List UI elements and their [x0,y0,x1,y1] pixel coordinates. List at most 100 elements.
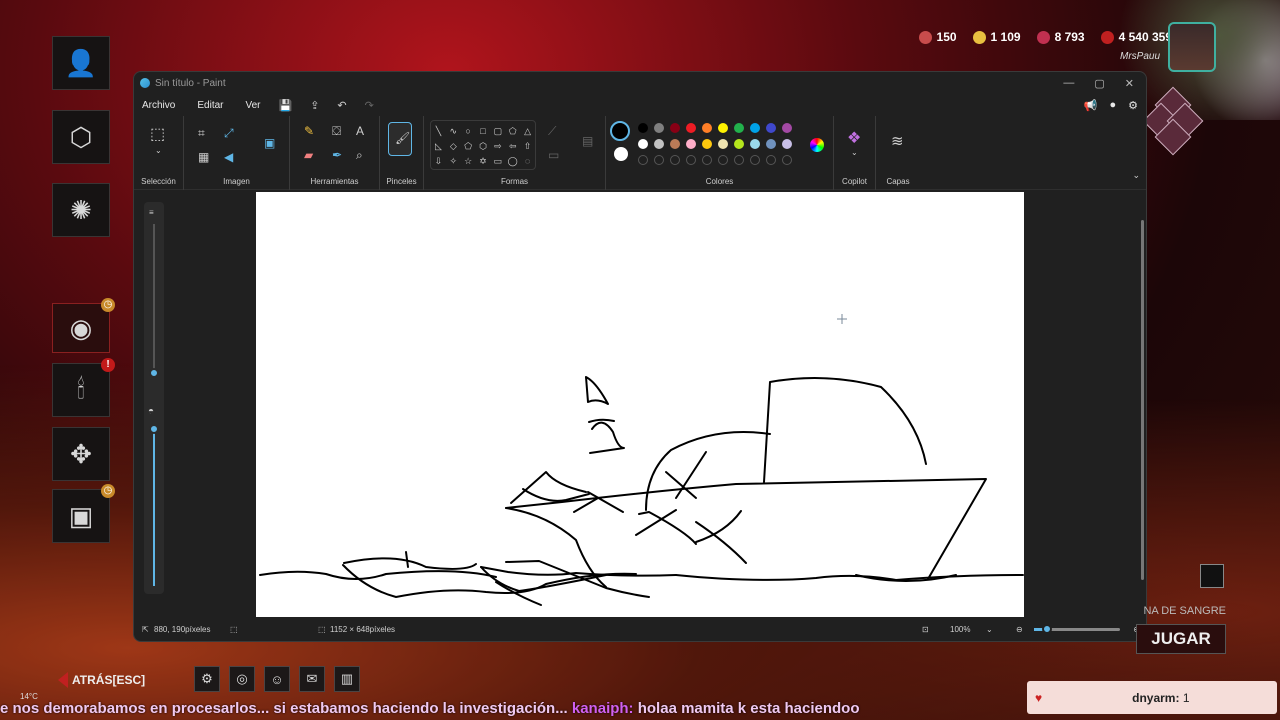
magnifier-icon[interactable]: ⌕ [356,148,363,163]
zoom-dropdown-icon[interactable]: ⌄ [986,625,993,634]
player-avatar[interactable] [1168,22,1216,72]
right-triangle-shape-icon[interactable]: ◺ [431,139,446,154]
mail-button[interactable]: ✉ [299,666,325,692]
brush-button[interactable]: 🖌 [388,122,412,156]
copilot-icon[interactable]: ❖ [847,128,861,148]
color-swatch[interactable] [750,123,760,133]
empty-color-swatch[interactable] [702,155,712,165]
color-swatch[interactable] [766,139,776,149]
secondary-color-swatch[interactable] [614,147,628,161]
color-swatch[interactable] [718,139,728,149]
star4-shape-icon[interactable]: ✧ [446,154,461,169]
empty-color-swatch[interactable] [654,155,664,165]
chevron-down-icon[interactable]: ⌄ [155,146,162,155]
shape-fill-icon[interactable]: ▭ [548,148,559,162]
callout-oval-shape-icon[interactable]: ◯ [505,154,520,169]
color-swatch[interactable] [670,123,680,133]
settings-button[interactable]: ⚙ [194,666,220,692]
maximize-icon[interactable]: ▢ [1094,77,1104,90]
rectangle-shape-icon[interactable]: □ [476,124,491,139]
layers-icon[interactable]: ≋ [891,132,904,150]
menu-ver[interactable]: Ver [245,100,260,111]
arrow-up-shape-icon[interactable]: ⇧ [520,139,535,154]
resize-icon[interactable]: ⤢ [224,126,234,141]
color-swatch[interactable] [654,123,664,133]
rotate-icon[interactable]: ◀ [224,150,233,164]
empty-color-swatch[interactable] [718,155,728,165]
outline-icon[interactable]: ⟋ [548,124,556,139]
line-shape-icon[interactable]: ╲ [431,124,446,139]
star5-shape-icon[interactable]: ☆ [461,154,476,169]
right-side-box[interactable] [1200,564,1224,588]
diamond-shape-icon[interactable]: ◇ [446,139,461,154]
loadout-button[interactable]: ⬡ [52,110,110,164]
menu-editar[interactable]: Editar [197,100,223,111]
chevron-down-icon[interactable]: ⌄ [851,148,858,157]
profile-button[interactable]: ☺ [264,666,290,692]
primary-color-swatch[interactable] [610,121,630,141]
hexagon-shape-icon[interactable]: ⬡ [476,139,491,154]
save-icon[interactable]: 💾 [279,99,293,112]
fill-icon[interactable]: ⛋ [332,124,341,139]
size-slider-thumb[interactable] [149,368,159,378]
opacity-slider-fill[interactable] [153,428,155,586]
shapes-gallery[interactable]: ╲ ∿ ○ □ ▢ ⬠ △ ◺ ◇ ⬠ ⬡ ⇨ ⇦ ⇧ ⇩ ✧ ☆ ✡ ▭ ◯ ◌ [430,120,536,170]
empty-color-swatch[interactable] [750,155,760,165]
rift-button[interactable]: ◉ ◷ [52,298,115,353]
color-swatch[interactable] [734,139,744,149]
color-swatch[interactable] [734,123,744,133]
undo-icon[interactable]: ↶ [337,99,346,112]
empty-color-swatch[interactable] [638,155,648,165]
zoom-out-icon[interactable]: ⊖ [1016,625,1023,634]
crop-icon[interactable]: ⌗ [198,126,205,141]
settings-icon[interactable]: ⚙ [1128,99,1138,112]
play-button[interactable]: JUGAR [1136,624,1226,654]
eraser-icon[interactable]: ▰ [304,148,313,162]
opacity-slider-thumb[interactable] [149,424,159,434]
zoom-level[interactable]: 100% [950,625,970,634]
shape-style-icon[interactable]: ▤ [582,134,593,148]
color-swatch[interactable] [750,139,760,149]
stats-button[interactable]: ▥ [334,666,360,692]
empty-color-swatch[interactable] [686,155,696,165]
rectangle-select-icon[interactable]: ⬚ [150,124,165,144]
drawing-canvas[interactable] [256,192,1024,617]
color-picker-icon[interactable]: ✒ [332,148,342,162]
color-swatch[interactable] [782,123,792,133]
color-swatch[interactable] [686,123,696,133]
zoom-slider-thumb[interactable] [1042,624,1052,634]
edit-colors-icon[interactable] [810,138,824,152]
vertical-scrollbar[interactable] [1141,220,1144,580]
image-generator-icon[interactable]: ▣ [264,136,275,150]
rounded-rect-shape-icon[interactable]: ▢ [490,124,505,139]
text-icon[interactable]: A [356,124,364,138]
chest-button[interactable]: ▣ ◷ [52,484,115,543]
close-icon[interactable]: ✕ [1125,77,1134,90]
color-swatch[interactable] [702,139,712,149]
color-swatch[interactable] [638,123,648,133]
character-button[interactable]: 👤 [52,36,110,90]
empty-color-swatch[interactable] [782,155,792,165]
arrow-down-shape-icon[interactable]: ⇩ [431,154,446,169]
color-swatch[interactable] [638,139,648,149]
star6-shape-icon[interactable]: ✡ [476,154,491,169]
shading-icon[interactable]: ▦ [198,150,209,164]
menu-archivo[interactable]: Archivo [142,100,175,111]
fit-to-window-icon[interactable]: ⊡ [922,625,929,634]
empty-color-swatch[interactable] [766,155,776,165]
back-button[interactable]: ATRÁS [ESC] [54,668,164,692]
arrow-right-shape-icon[interactable]: ⇨ [490,139,505,154]
triangle-shape-icon[interactable]: △ [520,124,535,139]
archives-button[interactable]: 🕯 ! [52,358,115,417]
color-swatch[interactable] [686,139,696,149]
perk-slots[interactable] [1142,86,1204,156]
color-swatch[interactable] [782,139,792,149]
oval-shape-icon[interactable]: ○ [461,124,476,139]
callout-cloud-shape-icon[interactable]: ◌ [520,154,535,169]
color-swatch[interactable] [766,123,776,133]
curve-shape-icon[interactable]: ∿ [446,124,461,139]
color-swatch[interactable] [718,123,728,133]
polygon-shape-icon[interactable]: ⬠ [505,124,520,139]
collapse-ribbon-icon[interactable]: ⌄ [1132,170,1140,181]
color-swatch[interactable] [702,123,712,133]
